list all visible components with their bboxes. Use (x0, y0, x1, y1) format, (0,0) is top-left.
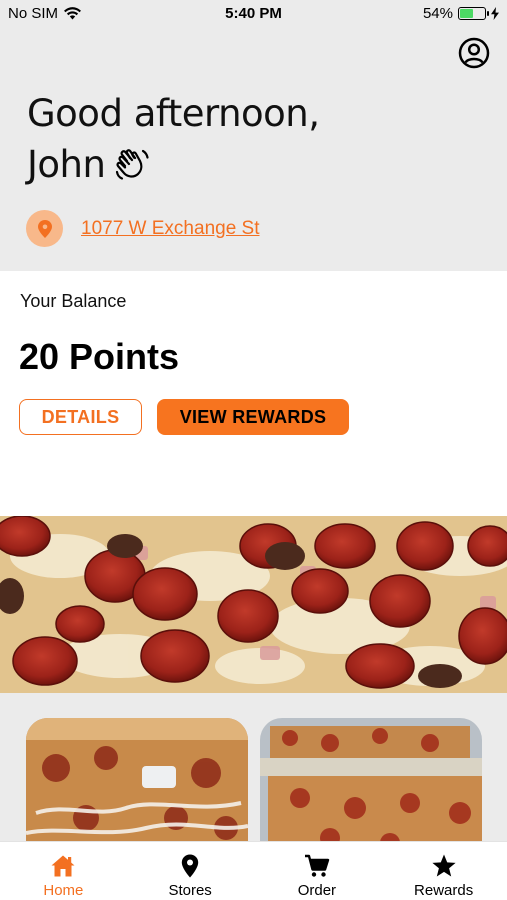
location-pin-icon (37, 219, 52, 238)
featured-card[interactable] (26, 718, 248, 841)
featured-card[interactable] (260, 718, 482, 841)
tab-label: Rewards (414, 882, 474, 899)
greeting-header: Good afternoon, John 1077 W Exchange St (0, 28, 507, 271)
waving-hand-icon (116, 148, 150, 180)
tab-rewards[interactable]: Rewards (380, 842, 507, 900)
tab-stores[interactable]: Stores (127, 842, 254, 900)
battery-group: 54% (423, 5, 499, 22)
battery-fill (460, 9, 473, 18)
location-pin-icon (181, 854, 199, 878)
pizza-hero-illustration (0, 516, 507, 693)
battery-icon (458, 7, 489, 20)
charging-bolt-icon (491, 7, 499, 20)
home-icon (51, 855, 75, 877)
location-pin-badge[interactable] (26, 210, 63, 247)
tab-label: Home (43, 882, 84, 899)
cart-icon (304, 854, 330, 877)
tab-label: Order (297, 882, 337, 899)
status-bar: No SIM 5:40 PM 54% (0, 0, 507, 28)
tab-order[interactable]: Order (254, 842, 381, 900)
details-button[interactable]: DETAILS (19, 399, 142, 435)
store-address-link[interactable]: 1077 W Exchange St (81, 218, 260, 240)
balance-label: Your Balance (20, 291, 127, 311)
battery-percent: 54% (422, 5, 453, 22)
points-balance: 20 Points (19, 336, 180, 377)
profile-icon[interactable] (458, 37, 490, 69)
bottom-tab-bar: Home Stores Order Rewards (0, 841, 507, 900)
featured-cards (0, 693, 507, 841)
tab-home[interactable]: Home (0, 842, 127, 900)
tab-label: Stores (168, 882, 212, 899)
pizza-card-image (26, 718, 248, 841)
pizza-box-card-image (260, 718, 482, 841)
user-name: John (27, 143, 106, 186)
greeting-line: Good afternoon, (27, 92, 320, 135)
greeting-text: Good afternoon, John (27, 88, 320, 190)
pizza-hero-image (0, 516, 507, 693)
star-icon (432, 854, 456, 877)
view-rewards-button[interactable]: VIEW REWARDS (157, 399, 349, 435)
